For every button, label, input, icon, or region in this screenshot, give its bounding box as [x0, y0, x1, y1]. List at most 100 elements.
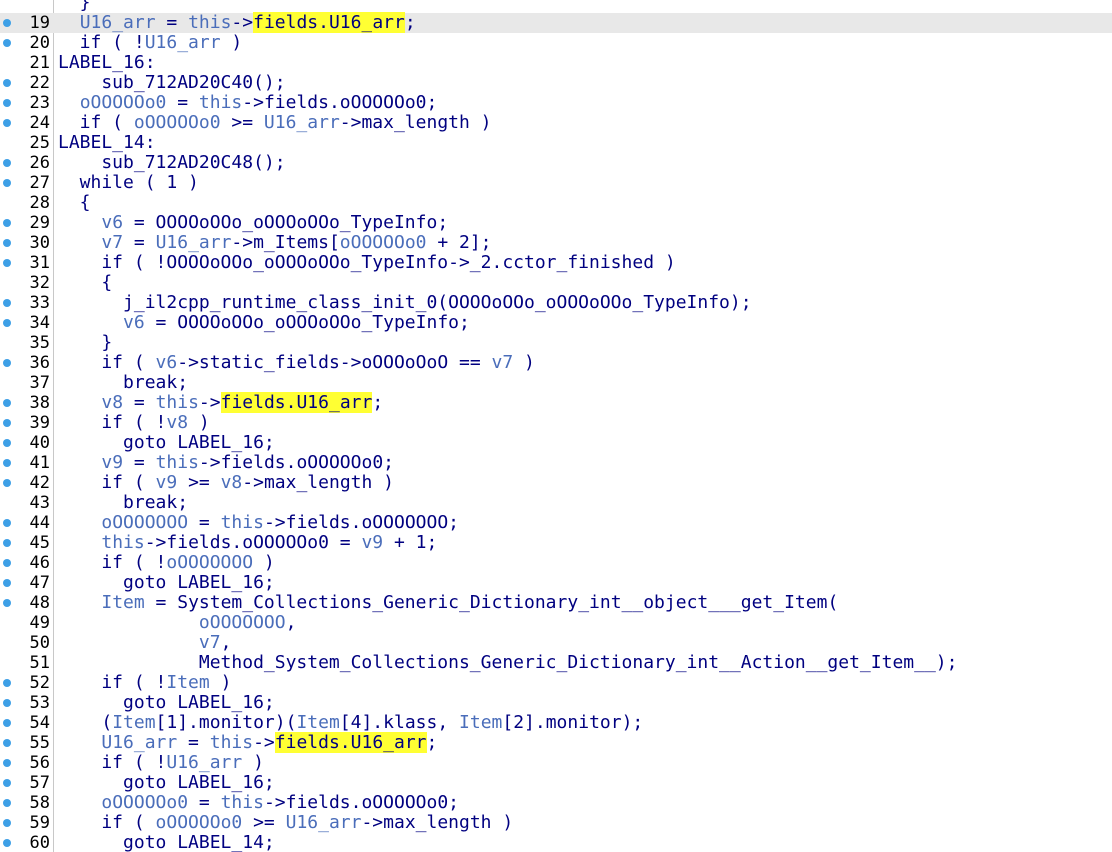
code-line[interactable]: 31 if ( !OOOOoOOo_oOOOoOOo_TypeInfo->_2.…: [0, 253, 1112, 273]
code-text[interactable]: if ( !v8 ): [58, 413, 209, 433]
code-text[interactable]: }: [58, 333, 112, 353]
code-line[interactable]: 40 goto LABEL_16;: [0, 433, 1112, 453]
code-text[interactable]: sub_712AD20C48();: [58, 153, 285, 173]
code-text[interactable]: sub_712AD20C40();: [58, 73, 285, 93]
code-line[interactable]: 33 j_il2cpp_runtime_class_init_0(OOOOoOO…: [0, 293, 1112, 313]
code-text[interactable]: LABEL_14:: [58, 133, 156, 153]
code-text[interactable]: if ( v9 >= v8->max_length ): [58, 473, 394, 493]
code-line[interactable]: 45 this->fields.oOOOOOo0 = v9 + 1;: [0, 533, 1112, 553]
code-text[interactable]: (Item[1].monitor)(Item[4].klass, Item[2]…: [58, 713, 643, 733]
code-token: if ( !: [58, 752, 167, 773]
code-line[interactable]: 35 }: [0, 333, 1112, 354]
code-line[interactable]: 20 if ( !U16_arr ): [0, 33, 1112, 53]
code-text[interactable]: oOOOOOo0 = this->fields.oOOOOOo0;: [58, 793, 459, 813]
code-text[interactable]: Item = System_Collections_Generic_Dictio…: [58, 593, 838, 613]
code-line[interactable]: 53 goto LABEL_16;: [0, 693, 1112, 713]
code-text[interactable]: this->fields.oOOOOOo0 = v9 + 1;: [58, 533, 437, 553]
code-text[interactable]: v6 = OOOOoOOo_oOOOoOOo_TypeInfo;: [58, 213, 448, 233]
code-line[interactable]: 50 v7,: [0, 633, 1112, 654]
code-line[interactable]: 30 v7 = U16_arr->m_Items[oOOOOOo0 + 2];: [0, 233, 1112, 253]
code-line[interactable]: 46 if ( !oOOOOOOO ): [0, 553, 1112, 573]
code-line[interactable]: 60 goto LABEL_14;: [0, 833, 1112, 852]
code-line[interactable]: 38 v8 = this->fields.U16_arr;: [0, 392, 1112, 413]
line-number: 23: [29, 93, 50, 113]
code-text[interactable]: oOOOOOOO = this->fields.oOOOOOOO;: [58, 513, 459, 533]
code-token: ->static_fields->oOOOoOoO ==: [177, 352, 492, 373]
code-text[interactable]: v9 = this->fields.oOOOOOo0;: [58, 453, 394, 473]
identifier-token: this: [155, 392, 199, 413]
code-text[interactable]: goto LABEL_16;: [58, 693, 275, 713]
code-text[interactable]: goto LABEL_16;: [58, 573, 275, 593]
code-line[interactable]: 29 v6 = OOOOoOOo_oOOOoOOo_TypeInfo;: [0, 213, 1112, 233]
line-number: 55: [29, 733, 50, 753]
code-text[interactable]: v7,: [58, 633, 232, 653]
code-text[interactable]: v7 = U16_arr->m_Items[oOOOOOo0 + 2];: [58, 232, 491, 253]
pseudocode-editor[interactable]: } 19 U16_arr = this->fields.U16_arr; 20 if…: [0, 0, 1112, 852]
code-line[interactable]: 44 oOOOOOOO = this->fields.oOOOOOOO;: [0, 513, 1112, 533]
code-line[interactable]: 21 LABEL_16:: [0, 53, 1112, 74]
code-text[interactable]: j_il2cpp_runtime_class_init_0(OOOOoOOo_o…: [58, 293, 752, 313]
code-text[interactable]: v6 = OOOOoOOo_oOOOoOOo_TypeInfo;: [58, 313, 470, 333]
code-line[interactable]: 55 U16_arr = this->fields.U16_arr;: [0, 732, 1112, 753]
code-text[interactable]: Method_System_Collections_Generic_Dictio…: [58, 653, 958, 673]
code-text[interactable]: {: [58, 193, 91, 213]
code-text[interactable]: if ( v6->static_fields->oOOOoOoO == v7 ): [58, 353, 535, 373]
code-line[interactable]: 59 if ( oOOOOOo0 >= U16_arr->max_length …: [0, 813, 1112, 833]
line-number: 45: [29, 533, 50, 553]
code-text[interactable]: break;: [58, 373, 188, 393]
code-line[interactable]: 26 sub_712AD20C48();: [0, 153, 1112, 173]
code-text[interactable]: if ( !U16_arr ): [58, 33, 243, 53]
line-number: 21: [29, 53, 50, 73]
code-line[interactable]: 32 {: [0, 273, 1112, 294]
code-text[interactable]: goto LABEL_16;: [58, 773, 275, 793]
code-text[interactable]: LABEL_16:: [58, 53, 156, 73]
code-text[interactable]: U16_arr = this->fields.U16_arr;: [58, 732, 437, 753]
code-text[interactable]: if ( oOOOOOo0 >= U16_arr->max_length ): [58, 813, 513, 833]
code-line[interactable]: 28 {: [0, 193, 1112, 214]
code-line[interactable]: 37 break;: [0, 373, 1112, 394]
code-text[interactable]: if ( !Item ): [58, 673, 231, 693]
code-line[interactable]: 57 goto LABEL_16;: [0, 773, 1112, 793]
code-text[interactable]: if ( oOOOOOo0 >= U16_arr->max_length ): [58, 113, 492, 133]
code-line[interactable]: 51 Method_System_Collections_Generic_Dic…: [0, 653, 1112, 674]
code-text[interactable]: if ( !oOOOOOOO ): [58, 553, 274, 573]
current-code-line[interactable]: 19 U16_arr = this->fields.U16_arr;: [0, 12, 1112, 33]
code-text[interactable]: while ( 1 ): [58, 173, 199, 193]
code-text[interactable]: v8 = this->fields.U16_arr;: [58, 392, 383, 413]
code-line[interactable]: 36 if ( v6->static_fields->oOOOoOoO == v…: [0, 353, 1112, 373]
code-line[interactable]: 34 v6 = OOOOoOOo_oOOOoOOo_TypeInfo;: [0, 313, 1112, 333]
code-token: goto LABEL_14;: [58, 832, 275, 852]
code-line[interactable]: 22 sub_712AD20C40();: [0, 73, 1112, 93]
code-line[interactable]: 23 oOOOOOo0 = this->fields.oOOOOOo0;: [0, 93, 1112, 113]
code-line[interactable]: 54 (Item[1].monitor)(Item[4].klass, Item…: [0, 713, 1112, 733]
code-text[interactable]: {: [58, 273, 112, 293]
code-line[interactable]: 52 if ( !Item ): [0, 673, 1112, 693]
code-text[interactable]: if ( !U16_arr ): [58, 753, 264, 773]
code-line[interactable]: 42 if ( v9 >= v8->max_length ): [0, 473, 1112, 493]
code-text[interactable]: break;: [58, 493, 188, 513]
code-text[interactable]: oOOOOOo0 = this->fields.oOOOOOo0;: [58, 93, 438, 113]
code-line[interactable]: 41 v9 = this->fields.oOOOOOo0;: [0, 453, 1112, 473]
code-token: >=: [177, 472, 221, 493]
code-text[interactable]: goto LABEL_16;: [58, 433, 275, 453]
code-line[interactable]: 48 Item = System_Collections_Generic_Dic…: [0, 593, 1112, 613]
code-token: =: [177, 732, 210, 753]
code-text[interactable]: goto LABEL_14;: [58, 833, 275, 852]
code-text[interactable]: U16_arr = this->fields.U16_arr;: [58, 12, 416, 33]
code-line[interactable]: 43 break;: [0, 493, 1112, 514]
code-text[interactable]: if ( !OOOOoOOo_oOOOoOOo_TypeInfo->_2.cct…: [58, 253, 675, 273]
code-line[interactable]: 27 while ( 1 ): [0, 173, 1112, 193]
code-token: ): [513, 352, 535, 373]
identifier-token: U16_arr: [155, 232, 232, 253]
code-line[interactable]: 24 if ( oOOOOOo0 >= U16_arr->max_length …: [0, 113, 1112, 133]
identifier-token: oOOOOOo0: [133, 112, 221, 133]
code-line[interactable]: 58 oOOOOOo0 = this->fields.oOOOOOo0;: [0, 793, 1112, 813]
code-line[interactable]: 49 oOOOOOOO,: [0, 613, 1112, 634]
identifier-token: Item: [166, 672, 210, 693]
code-line[interactable]: 25 LABEL_14:: [0, 133, 1112, 154]
code-line[interactable]: 56 if ( !U16_arr ): [0, 753, 1112, 773]
code-text[interactable]: oOOOOOOO,: [58, 613, 297, 633]
code-line[interactable]: 39 if ( !v8 ): [0, 413, 1112, 433]
code-line[interactable]: 47 goto LABEL_16;: [0, 573, 1112, 593]
